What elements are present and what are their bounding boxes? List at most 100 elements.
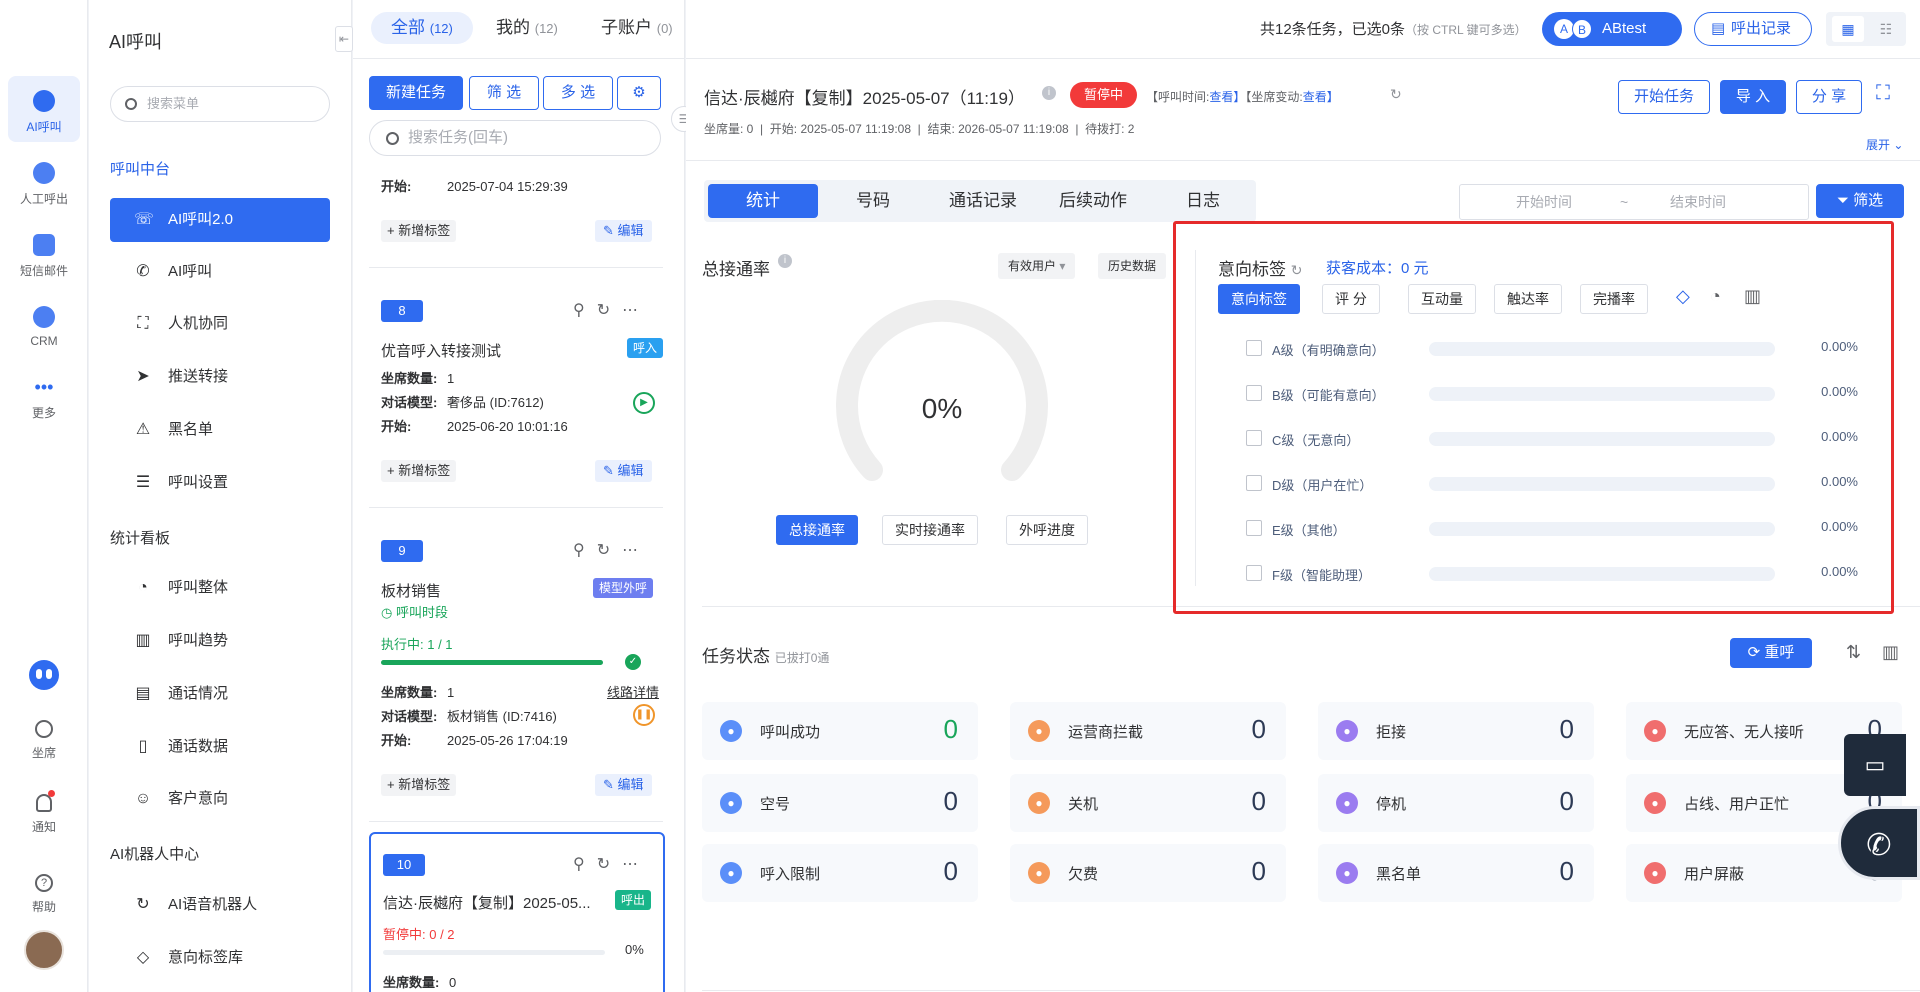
menu-item-collab[interactable]: ⛶ 人机协同: [110, 302, 330, 346]
play-icon[interactable]: ▶: [633, 392, 655, 414]
chat-float-icon[interactable]: ▭: [1844, 734, 1906, 796]
rail-item-more[interactable]: ••• 更多: [8, 364, 80, 430]
menu-search-input[interactable]: 搜索菜单: [110, 86, 330, 122]
rail-item-ai-call[interactable]: AI呼叫: [8, 76, 80, 142]
rail-item-sms[interactable]: 短信邮件: [8, 220, 80, 286]
status-card[interactable]: ● 空号 0: [702, 774, 978, 832]
progress-button[interactable]: 外呼进度: [1006, 515, 1088, 545]
total-rate-button[interactable]: 总接通率: [776, 515, 858, 545]
view-seat-change-link[interactable]: 查看】: [1303, 90, 1339, 104]
menu-item-voice-robot[interactable]: ↻ AI语音机器人: [110, 883, 330, 927]
status-name: 呼叫成功: [760, 724, 821, 741]
list-view-icon[interactable]: ☷: [1870, 16, 1902, 42]
task-card-10-selected[interactable]: 10 ⚲↻⋯ 信达·辰樾府【复制】2025-05... 呼出 暂停中: 0 / …: [369, 832, 665, 992]
date-range-picker[interactable]: 开始时间 ~ 结束时间: [1459, 184, 1809, 220]
refresh-icon[interactable]: ↻: [597, 302, 622, 319]
fullscreen-icon[interactable]: ⛶: [1876, 82, 1890, 105]
rail-item-seat[interactable]: 坐席: [8, 706, 80, 772]
menu-item-tag-library[interactable]: ◇ 意向标签库: [110, 936, 330, 980]
view-call-time-link[interactable]: 查看】: [1209, 90, 1245, 104]
edit-button[interactable]: ✎ 编辑: [595, 460, 652, 482]
add-tag-button[interactable]: + 新增标签: [381, 220, 457, 242]
more-icon[interactable]: ⋯: [622, 856, 650, 873]
status-card[interactable]: ● 停机 0: [1318, 774, 1594, 832]
menu-item-transfer[interactable]: ➤ 推送转接: [110, 355, 330, 399]
pin-icon[interactable]: ⚲: [573, 856, 597, 873]
pin-icon[interactable]: ⚲: [573, 542, 597, 559]
settings-button[interactable]: ⚙: [617, 76, 661, 110]
sort-icon[interactable]: ⇅: [1846, 642, 1861, 663]
user-switch-button[interactable]: A B ABtest: [1542, 12, 1682, 46]
status-card[interactable]: ● 黑名单 0: [1318, 844, 1594, 902]
phone-float-icon[interactable]: ✆: [1838, 806, 1920, 880]
task-search-input[interactable]: 搜索任务(回车): [369, 120, 661, 156]
tab-numbers[interactable]: 号码: [818, 184, 928, 218]
tab-mine[interactable]: 我的 (12): [496, 12, 558, 44]
detail-filter-button[interactable]: ⏷ 筛选: [1816, 184, 1904, 218]
status-card[interactable]: ● 呼叫成功 0: [702, 702, 978, 760]
call-records-button[interactable]: ▤ 呼出记录: [1694, 12, 1812, 46]
tab-all[interactable]: 全部 (12): [371, 12, 473, 44]
refresh-icon[interactable]: ↻: [1390, 86, 1402, 103]
menu-item-call-situation[interactable]: ▤ 通话情况: [110, 672, 330, 716]
status-card[interactable]: ● 关机 0: [1010, 774, 1286, 832]
user-type-select[interactable]: 有效用户 ▾: [998, 253, 1076, 279]
status-icon: ●: [1028, 862, 1050, 884]
refresh-icon[interactable]: ↻: [597, 542, 622, 559]
task-card-7[interactable]: 开始: 2025-07-04 15:29:39 + 新增标签 ✎ 编辑: [369, 168, 663, 268]
info-icon[interactable]: i: [1042, 86, 1056, 100]
status-icon: ●: [1028, 792, 1050, 814]
menu-item-intent[interactable]: ☺ 客户意向: [110, 777, 330, 821]
status-card[interactable]: ● 呼入限制 0: [702, 844, 978, 902]
menu-item-call-data[interactable]: ▯ 通话数据: [110, 725, 330, 769]
multi-select-button[interactable]: 多 选: [543, 76, 613, 110]
menu-item-blacklist[interactable]: ⚠ 黑名单: [110, 408, 330, 452]
rail-item-notice[interactable]: 通知: [8, 780, 80, 846]
edit-button[interactable]: ✎ 编辑: [595, 774, 652, 796]
pin-icon[interactable]: ⚲: [573, 302, 597, 319]
tab-sub-account[interactable]: 子账户 (0): [601, 12, 673, 44]
grid-view-icon[interactable]: ▦: [1832, 16, 1864, 42]
tab-stats[interactable]: 统计: [708, 184, 818, 218]
pause-icon[interactable]: ❚❚: [633, 704, 655, 726]
tab-logs[interactable]: 日志: [1148, 184, 1258, 218]
info-icon[interactable]: i: [778, 254, 792, 268]
refresh-icon[interactable]: ↻: [597, 856, 622, 873]
user-avatar[interactable]: [24, 930, 64, 970]
more-icon[interactable]: ⋯: [622, 542, 650, 559]
tab-follow-up[interactable]: 后续动作: [1038, 184, 1148, 218]
menu-item-ai-call-2[interactable]: ☏ AI呼叫2.0: [110, 198, 330, 242]
status-card[interactable]: ● 欠费 0: [1010, 844, 1286, 902]
line-details-link[interactable]: 线路详情: [607, 682, 659, 701]
add-tag-button[interactable]: + 新增标签: [381, 774, 457, 796]
edit-button[interactable]: ✎ 编辑: [595, 220, 652, 242]
share-button[interactable]: 分 享: [1796, 80, 1862, 114]
import-button[interactable]: 导 入: [1720, 80, 1786, 114]
rail-item-crm[interactable]: CRM: [8, 292, 80, 358]
menu-item-ai-call[interactable]: ✆ AI呼叫: [110, 250, 330, 294]
realtime-rate-button[interactable]: 实时接通率: [882, 515, 978, 545]
collapse-menu-button[interactable]: ⇤: [335, 26, 353, 52]
menu-item-call-settings[interactable]: ☰ 呼叫设置: [110, 461, 330, 505]
add-tag-button[interactable]: + 新增标签: [381, 460, 457, 482]
more-icon[interactable]: ⋯: [622, 302, 650, 319]
tab-call-records[interactable]: 通话记录: [928, 184, 1038, 218]
progress-percent: 0%: [625, 942, 644, 957]
menu-item-overall[interactable]: ◔ 呼叫整体: [110, 566, 330, 610]
rail-item-help[interactable]: ? 帮助: [8, 860, 80, 926]
history-data-button[interactable]: 历史数据: [1098, 253, 1167, 279]
new-task-button[interactable]: 新建任务: [369, 76, 463, 110]
bar-chart-icon[interactable]: ▥: [1882, 642, 1899, 663]
start-task-button[interactable]: 开始任务: [1618, 80, 1710, 114]
menu-item-trend[interactable]: ▥ 呼叫趋势: [110, 619, 330, 663]
task-card-8[interactable]: 8 ⚲↻⋯ 优音呼入转接测试 呼入 坐席数量: 1 对话模型: 奢侈品 (ID:76…: [369, 268, 663, 508]
warning-icon: ⚠: [135, 421, 151, 438]
rail-item-manual-call[interactable]: 人工呼出: [8, 148, 80, 214]
redial-button[interactable]: ⟳ 重呼: [1730, 638, 1812, 668]
robot-avatar-icon[interactable]: [29, 660, 59, 690]
expand-link[interactable]: 展开 ⌄: [1866, 136, 1903, 153]
status-card[interactable]: ● 拒接 0: [1318, 702, 1594, 760]
filter-button[interactable]: 筛 选: [469, 76, 539, 110]
status-card[interactable]: ● 运营商拦截 0: [1010, 702, 1286, 760]
task-card-9[interactable]: 9 ⚲↻⋯ 板材销售 模型外呼 ◷ 呼叫时段 执行中: 1 / 1 ✓ 坐席数量…: [369, 508, 663, 822]
